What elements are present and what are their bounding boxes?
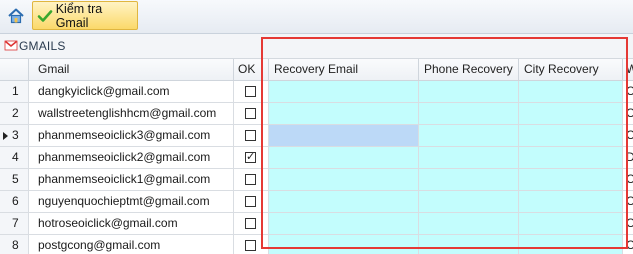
check-gmail-label: Kiểm tra Gmail: [55, 1, 103, 30]
table-row[interactable]: 2 wallstreetenglishhcm@gmail.com C: [0, 103, 633, 125]
table-row[interactable]: 8 postgcong@gmail.com C: [0, 235, 633, 254]
phone-recovery-cell[interactable]: [419, 213, 519, 235]
city-recovery-cell[interactable]: [519, 191, 623, 213]
recovery-email-cell[interactable]: [269, 169, 419, 191]
phone-recovery-cell[interactable]: [419, 125, 519, 147]
ok-checkbox[interactable]: [245, 218, 256, 229]
row-number-label: 4: [12, 150, 19, 164]
ok-cell[interactable]: [234, 191, 269, 213]
toolbar: Kiểm tra Gmail: [0, 0, 633, 34]
row-number-header: [0, 59, 29, 81]
row-number-label: 8: [12, 238, 19, 252]
column-header-ok[interactable]: OK: [234, 59, 269, 81]
recovery-email-cell[interactable]: [269, 213, 419, 235]
row-number[interactable]: 4: [0, 147, 29, 169]
checkmark-icon: [36, 7, 54, 25]
phone-recovery-cell[interactable]: [419, 103, 519, 125]
gmail-icon: [4, 40, 18, 51]
row-number[interactable]: 2: [0, 103, 29, 125]
ok-cell[interactable]: [234, 125, 269, 147]
city-recovery-cell[interactable]: [519, 81, 623, 103]
column-header-city-recovery[interactable]: City Recovery: [519, 59, 623, 81]
ok-cell[interactable]: [234, 81, 269, 103]
table-row[interactable]: 1 dangkyiclick@gmail.com C: [0, 81, 633, 103]
home-button[interactable]: [4, 4, 28, 28]
recovery-email-cell[interactable]: [269, 147, 419, 169]
recovery-email-cell[interactable]: [269, 125, 419, 147]
row-number-label: 3: [12, 128, 19, 142]
checkmark-icon: ✓: [246, 151, 256, 163]
gmail-cell[interactable]: dangkyiclick@gmail.com: [29, 81, 234, 103]
gmail-cell[interactable]: phanmemseoiclick3@gmail.com: [29, 125, 234, 147]
truncated-cell[interactable]: D: [623, 147, 633, 169]
recovery-email-cell[interactable]: [269, 191, 419, 213]
section-title: GMAILS: [19, 39, 66, 53]
truncated-cell[interactable]: C: [623, 103, 633, 125]
row-number-label: 6: [12, 194, 19, 208]
gmail-cell[interactable]: nguyenquochieptmt@gmail.com: [29, 191, 234, 213]
row-number-label: 5: [12, 172, 19, 186]
phone-recovery-cell[interactable]: [419, 191, 519, 213]
city-recovery-cell[interactable]: [519, 103, 623, 125]
ok-checkbox[interactable]: [245, 130, 256, 141]
ok-cell[interactable]: [234, 103, 269, 125]
ok-cell[interactable]: [234, 235, 269, 254]
ok-cell[interactable]: ✓: [234, 147, 269, 169]
truncated-cell[interactable]: C: [623, 191, 633, 213]
check-gmail-button[interactable]: Kiểm tra Gmail: [32, 1, 138, 30]
gmails-section-header: GMAILS: [0, 34, 633, 59]
city-recovery-cell[interactable]: [519, 125, 623, 147]
gmail-cell[interactable]: phanmemseoiclick2@gmail.com: [29, 147, 234, 169]
row-number[interactable]: 1: [0, 81, 29, 103]
ok-checkbox[interactable]: [245, 174, 256, 185]
truncated-cell[interactable]: C: [623, 125, 633, 147]
recovery-email-cell[interactable]: [269, 235, 419, 254]
current-row-indicator-icon: [3, 132, 8, 140]
city-recovery-cell[interactable]: [519, 147, 623, 169]
ok-cell[interactable]: [234, 169, 269, 191]
ok-cell[interactable]: [234, 213, 269, 235]
table-row[interactable]: 6 nguyenquochieptmt@gmail.com C: [0, 191, 633, 213]
recovery-email-cell[interactable]: [269, 103, 419, 125]
gmail-cell[interactable]: hotroseoiclick@gmail.com: [29, 213, 234, 235]
phone-recovery-cell[interactable]: [419, 169, 519, 191]
gmail-cell[interactable]: postgcong@gmail.com: [29, 235, 234, 254]
city-recovery-cell[interactable]: [519, 235, 623, 254]
gmail-cell[interactable]: phanmemseoiclick1@gmail.com: [29, 169, 234, 191]
row-number-label: 2: [12, 106, 19, 120]
column-header-gmail[interactable]: Gmail: [29, 59, 234, 81]
city-recovery-cell[interactable]: [519, 213, 623, 235]
recovery-email-cell[interactable]: [269, 81, 419, 103]
row-number-label: 7: [12, 216, 19, 230]
table-row[interactable]: 4 phanmemseoiclick2@gmail.com ✓ D: [0, 147, 633, 169]
city-recovery-cell[interactable]: [519, 169, 623, 191]
ok-checkbox[interactable]: [245, 240, 256, 251]
row-number[interactable]: 3: [0, 125, 29, 147]
row-number[interactable]: 5: [0, 169, 29, 191]
ok-checkbox[interactable]: [245, 196, 256, 207]
phone-recovery-cell[interactable]: [419, 81, 519, 103]
table-row[interactable]: 3 phanmemseoiclick3@gmail.com C: [0, 125, 633, 147]
column-header-phone-recovery[interactable]: Phone Recovery: [419, 59, 519, 81]
gmail-cell[interactable]: wallstreetenglishhcm@gmail.com: [29, 103, 234, 125]
ok-checkbox[interactable]: ✓: [245, 151, 256, 163]
row-number-label: 1: [12, 84, 19, 98]
column-header-recovery-email[interactable]: Recovery Email: [269, 59, 419, 81]
row-number[interactable]: 8: [0, 235, 29, 254]
table-row[interactable]: 5 phanmemseoiclick1@gmail.com C: [0, 169, 633, 191]
gmail-grid: Gmail OK Recovery Email Phone Recovery C…: [0, 59, 633, 254]
row-number[interactable]: 7: [0, 213, 29, 235]
ok-checkbox[interactable]: [245, 108, 256, 119]
truncated-cell[interactable]: C: [623, 213, 633, 235]
home-icon: [8, 8, 24, 24]
truncated-cell[interactable]: C: [623, 235, 633, 254]
table-row[interactable]: 7 hotroseoiclick@gmail.com C: [0, 213, 633, 235]
ok-checkbox[interactable]: [245, 86, 256, 97]
column-header-truncated[interactable]: W: [623, 59, 633, 81]
row-number[interactable]: 6: [0, 191, 29, 213]
phone-recovery-cell[interactable]: [419, 147, 519, 169]
phone-recovery-cell[interactable]: [419, 235, 519, 254]
truncated-cell[interactable]: C: [623, 169, 633, 191]
truncated-cell[interactable]: C: [623, 81, 633, 103]
